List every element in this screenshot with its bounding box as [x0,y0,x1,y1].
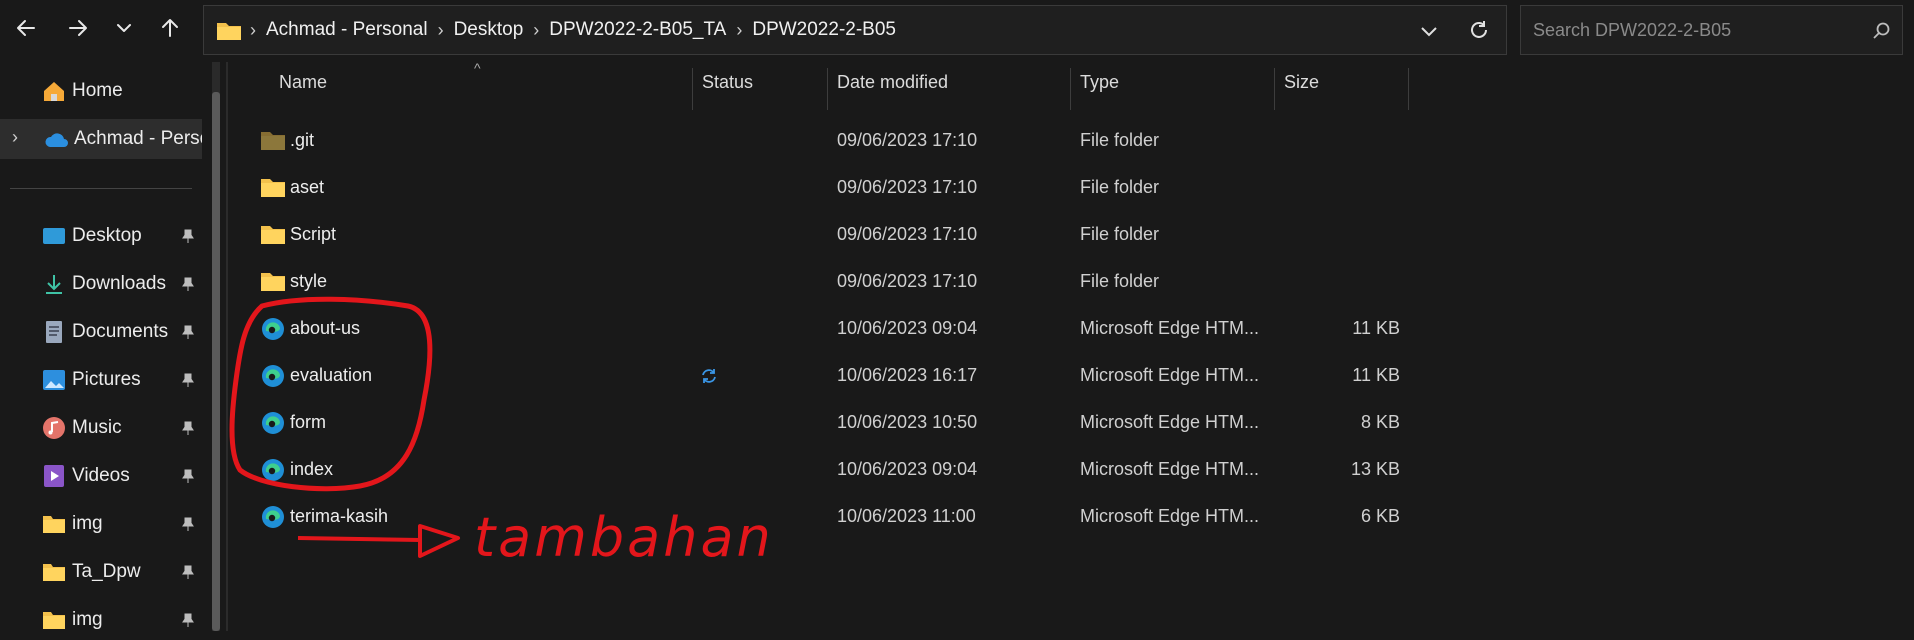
annotation-arrow [297,524,460,558]
annotation-circle [229,296,433,492]
annotation-overlay [229,296,460,558]
annotation-text: tambahan [474,506,774,569]
